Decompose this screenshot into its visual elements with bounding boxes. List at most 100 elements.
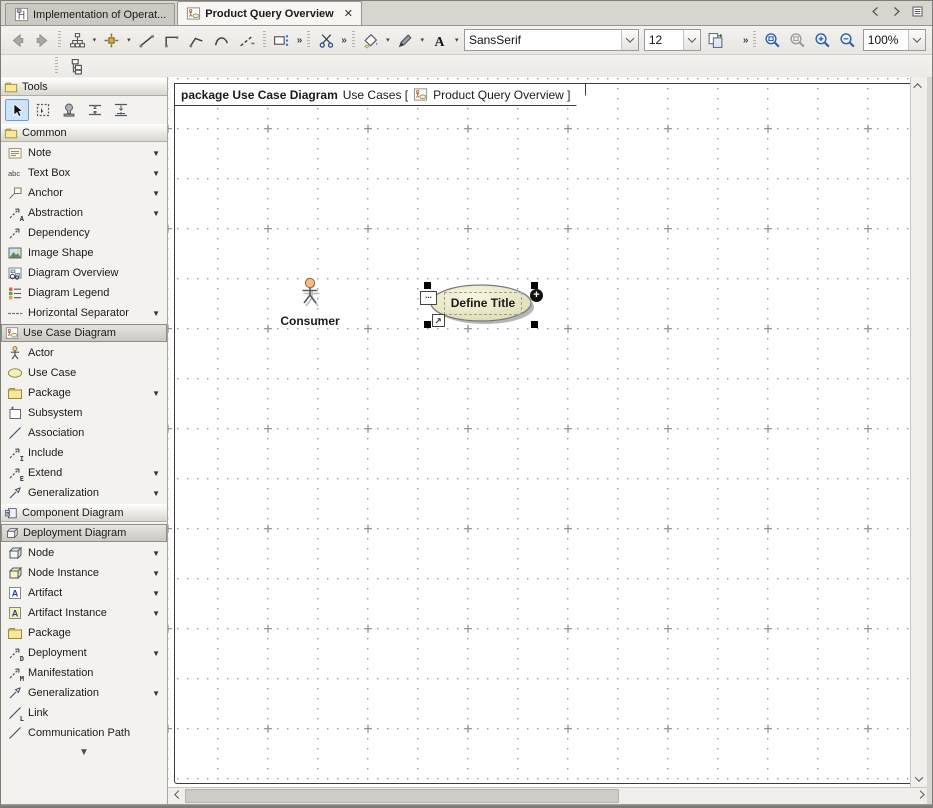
sidebar-item-include[interactable]: IInclude xyxy=(1,443,167,463)
combo-arrow-icon[interactable] xyxy=(908,30,925,50)
display-related-dropdown[interactable]: ▾ xyxy=(125,29,133,51)
horizontal-scrollbar[interactable] xyxy=(168,787,927,804)
scroll-down-button[interactable] xyxy=(911,770,928,787)
zoom-out-button[interactable] xyxy=(836,28,860,52)
select-tool[interactable] xyxy=(5,99,29,121)
sidebar-item-association[interactable]: Association xyxy=(1,423,167,443)
item-dropdown-icon[interactable]: ▼ xyxy=(152,309,160,318)
sidebar-item-diagram-legend[interactable]: Diagram Legend xyxy=(1,283,167,303)
pen-color-dropdown[interactable]: ▾ xyxy=(418,29,426,51)
scroll-right-button[interactable] xyxy=(910,788,927,805)
zoom-level-select[interactable]: 100% xyxy=(863,29,926,51)
close-tab-icon[interactable]: ✕ xyxy=(344,7,353,20)
cut-button[interactable] xyxy=(314,28,338,52)
item-dropdown-icon[interactable]: ▼ xyxy=(152,209,160,218)
make-space-tool[interactable] xyxy=(83,99,107,121)
item-dropdown-icon[interactable]: ▼ xyxy=(152,649,160,658)
marquee-selection-tool[interactable] xyxy=(31,99,55,121)
sidebar-item-generalization[interactable]: Generalization▼ xyxy=(1,683,167,703)
next-diagram-icon[interactable] xyxy=(890,5,903,18)
combo-arrow-icon[interactable] xyxy=(621,30,638,50)
sidebar-item-deployment[interactable]: DDeployment▼ xyxy=(1,643,167,663)
sidebar-item-node[interactable]: Node▼ xyxy=(1,543,167,563)
font-color-button[interactable] xyxy=(427,28,451,52)
sidebar-item-use-case[interactable]: Use Case xyxy=(1,363,167,383)
diagram-canvas[interactable]: package Use Case Diagram Use Cases [ Pro… xyxy=(168,77,910,787)
font-family-select[interactable]: SansSerif xyxy=(464,29,639,51)
containment-structure-button[interactable] xyxy=(62,54,88,78)
overflow-chevron-icon[interactable]: » xyxy=(297,35,302,46)
item-dropdown-icon[interactable]: ▼ xyxy=(152,569,160,578)
overflow-chevron-icon[interactable]: » xyxy=(743,35,748,46)
sidebar-item-note[interactable]: Note▼ xyxy=(1,143,167,163)
selection-handle-bottom-left[interactable] xyxy=(424,321,431,328)
sidebar-item-manifestation[interactable]: MManifestation xyxy=(1,663,167,683)
back-button[interactable] xyxy=(5,28,29,52)
overflow-chevron-icon[interactable]: » xyxy=(341,35,346,46)
sidebar-item-diagram-overview[interactable]: Diagram Overview xyxy=(1,263,167,283)
fill-color-dropdown[interactable]: ▾ xyxy=(384,29,392,51)
palette-scroll-more-button[interactable]: ▼ xyxy=(1,743,167,758)
sidebar-item-subsystem[interactable]: Subsystem xyxy=(1,403,167,423)
item-dropdown-icon[interactable]: ▼ xyxy=(152,149,160,158)
copy-format-button[interactable] xyxy=(704,28,728,52)
bezier-line-button[interactable] xyxy=(209,28,233,52)
sidebar-section-deployment-diagram[interactable]: Deployment Diagram xyxy=(1,524,167,542)
item-dropdown-icon[interactable]: ▼ xyxy=(152,169,160,178)
tab-implementation-of-operations[interactable]: Implementation of Operat... xyxy=(5,3,175,25)
hierarchy-dropdown[interactable]: ▾ xyxy=(90,29,98,51)
selection-handle-top-left[interactable] xyxy=(424,282,431,289)
tab-product-query-overview[interactable]: Product Query Overview ✕ xyxy=(177,1,362,25)
fill-color-button[interactable] xyxy=(359,28,383,52)
combo-arrow-icon[interactable] xyxy=(683,30,700,50)
horizontal-scroll-thumb[interactable] xyxy=(185,789,619,803)
sidebar-item-anchor[interactable]: Anchor▼ xyxy=(1,183,167,203)
sidebar-section-common[interactable]: Common xyxy=(1,124,167,142)
diagram-list-icon[interactable] xyxy=(911,5,924,18)
previous-diagram-icon[interactable] xyxy=(869,5,882,18)
sidebar-item-node-instance[interactable]: Node Instance▼ xyxy=(1,563,167,583)
smart-add-handle[interactable]: + xyxy=(530,289,543,302)
sidebar-item-extend[interactable]: EExtend▼ xyxy=(1,463,167,483)
font-color-dropdown[interactable]: ▾ xyxy=(453,29,461,51)
related-elements-handle[interactable] xyxy=(432,314,445,327)
item-dropdown-icon[interactable]: ▼ xyxy=(152,389,160,398)
remove-space-tool[interactable] xyxy=(109,99,133,121)
rectilinear-line-button[interactable] xyxy=(134,28,158,52)
sidebar-item-artifact-instance[interactable]: Artifact Instance▼ xyxy=(1,603,167,623)
sidebar-item-communication-path[interactable]: Communication Path xyxy=(1,723,167,743)
sidebar-item-generalization[interactable]: Generalization▼ xyxy=(1,483,167,503)
usecase-node[interactable]: Define Title ... + xyxy=(420,282,542,328)
sidebar-item-package[interactable]: Package xyxy=(1,623,167,643)
item-dropdown-icon[interactable]: ▼ xyxy=(152,549,160,558)
sidebar-item-link[interactable]: LLink xyxy=(1,703,167,723)
sidebar-section-use-case-diagram[interactable]: Use Case Diagram xyxy=(1,324,167,342)
sidebar-section-tools[interactable]: Tools xyxy=(1,78,167,96)
sidebar-item-artifact[interactable]: Artifact▼ xyxy=(1,583,167,603)
forward-button[interactable] xyxy=(30,28,54,52)
layout-hierarchy-button[interactable] xyxy=(65,28,89,52)
actor-node[interactable]: Consumer xyxy=(280,277,340,328)
scroll-left-button[interactable] xyxy=(168,788,185,805)
item-dropdown-icon[interactable]: ▼ xyxy=(152,189,160,198)
fit-in-window-button[interactable] xyxy=(760,28,784,52)
right-angle-line-button[interactable] xyxy=(159,28,183,52)
scroll-up-button[interactable] xyxy=(911,77,928,94)
sidebar-item-horizontal-separator[interactable]: Horizontal Separator▼ xyxy=(1,303,167,323)
selection-handle-bottom-right[interactable] xyxy=(531,321,538,328)
zoom-selection-button[interactable] xyxy=(785,28,809,52)
stamp-mode-tool[interactable] xyxy=(57,99,81,121)
item-dropdown-icon[interactable]: ▼ xyxy=(152,689,160,698)
item-dropdown-icon[interactable]: ▼ xyxy=(152,609,160,618)
vertical-scrollbar[interactable] xyxy=(910,77,927,787)
swimlane-button[interactable] xyxy=(270,28,294,52)
sidebar-item-abstraction[interactable]: AAbstraction▼ xyxy=(1,203,167,223)
diagram-frame-header[interactable]: package Use Case Diagram Use Cases [ Pro… xyxy=(174,83,586,106)
sidebar-item-dependency[interactable]: Dependency xyxy=(1,223,167,243)
item-dropdown-icon[interactable]: ▼ xyxy=(152,589,160,598)
item-dropdown-icon[interactable]: ▼ xyxy=(152,489,160,498)
font-size-select[interactable]: 12 xyxy=(644,29,701,51)
sidebar-item-image-shape[interactable]: Image Shape xyxy=(1,243,167,263)
sidebar-section-component-diagram[interactable]: Component Diagram xyxy=(1,504,167,522)
sidebar-item-text-box[interactable]: Text Box▼ xyxy=(1,163,167,183)
